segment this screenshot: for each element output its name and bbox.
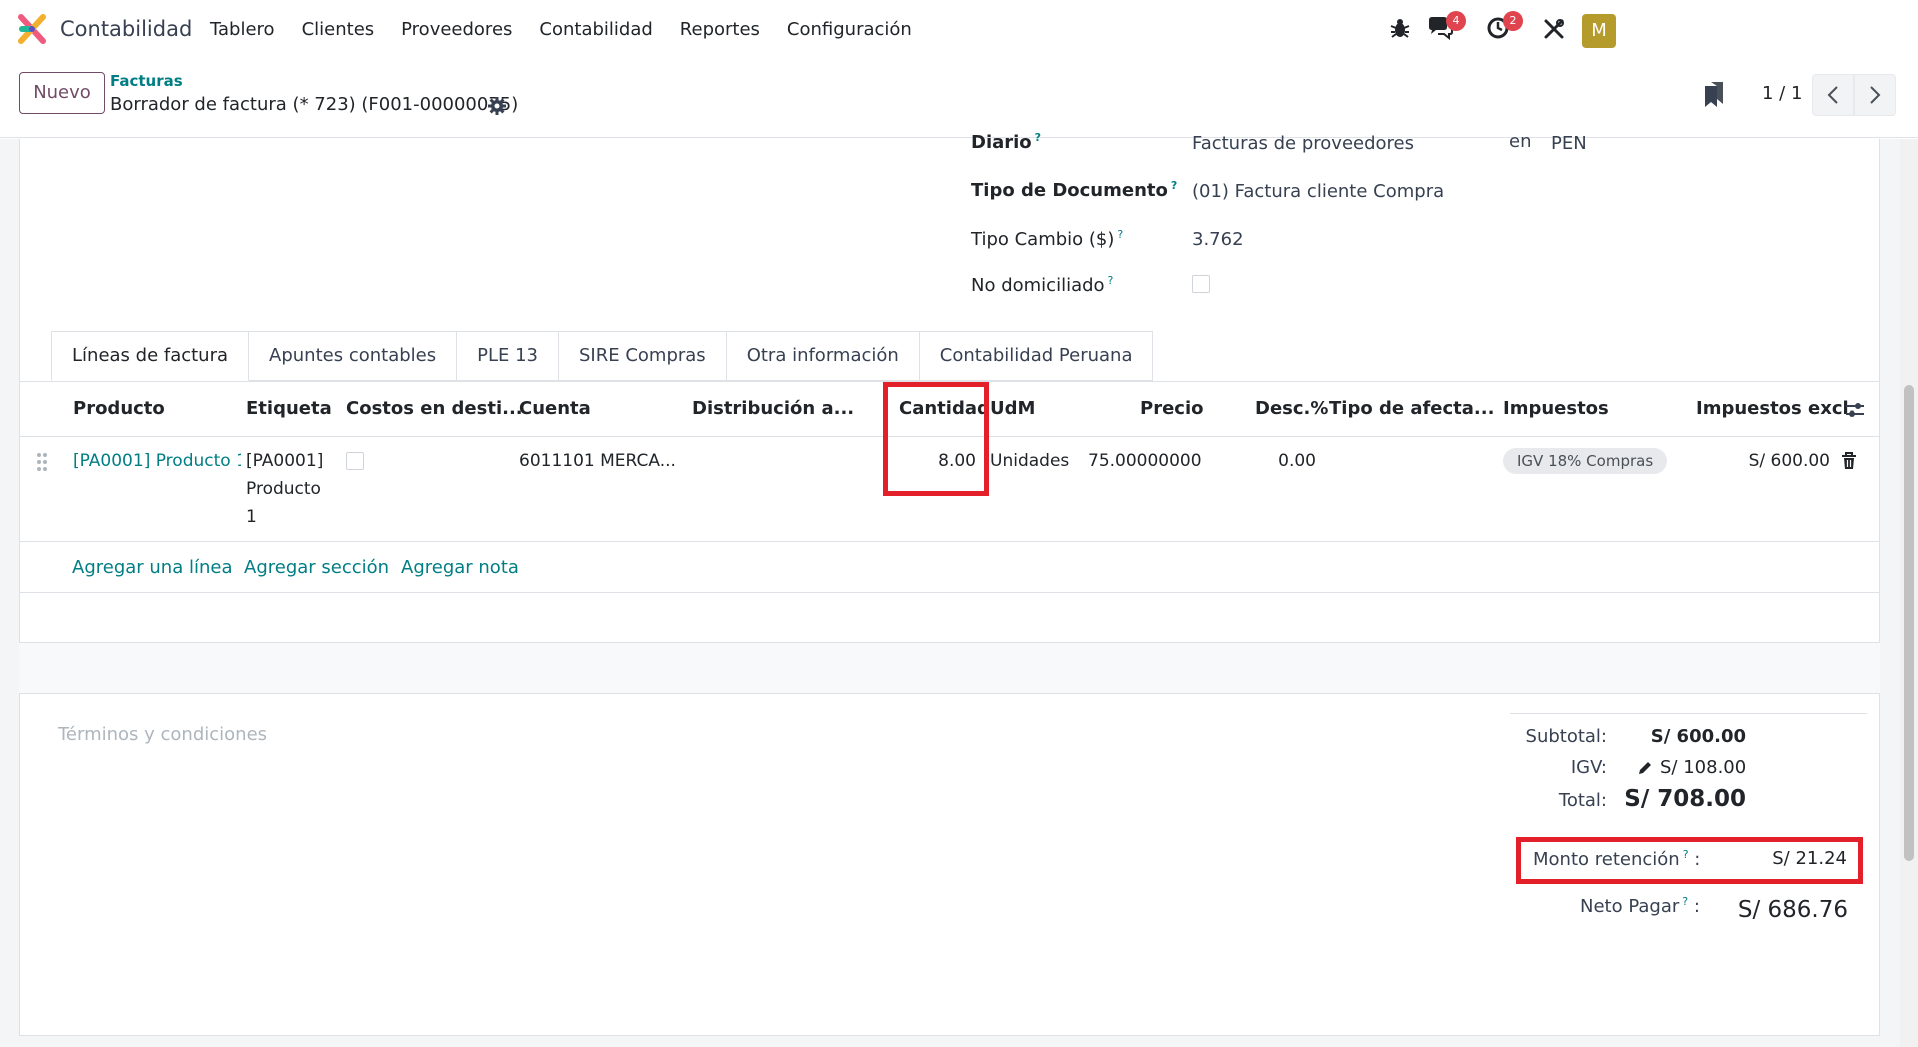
line-discount[interactable]: 0.00 bbox=[1240, 451, 1316, 471]
subtotal-value: S/ 600.00 bbox=[1650, 726, 1746, 747]
table-bottom-divider bbox=[19, 693, 1880, 694]
activity-count-badge: 2 bbox=[1503, 11, 1523, 31]
tab-apuntes-contables[interactable]: Apuntes contables bbox=[249, 331, 458, 381]
diario-label: Diario? bbox=[971, 131, 1042, 153]
line-tax-tag[interactable]: IGV 18% Compras bbox=[1503, 448, 1668, 474]
line-label-3[interactable]: 1 bbox=[246, 507, 257, 527]
currency-prefix: en bbox=[1509, 131, 1532, 152]
tab-contabilidad-peruana[interactable]: Contabilidad Peruana bbox=[919, 331, 1154, 381]
col-header-impuestos[interactable]: Impuestos bbox=[1503, 398, 1609, 419]
total-value: S/ 708.00 bbox=[1624, 786, 1746, 812]
tipo-cambio-field[interactable]: 3.762 bbox=[1192, 229, 1244, 250]
notebook-tabs: Líneas de factura Apuntes contables PLE … bbox=[51, 331, 1154, 381]
chat-count-badge: 4 bbox=[1446, 11, 1466, 31]
tools-icon[interactable] bbox=[1543, 18, 1565, 40]
totals-top-divider bbox=[1510, 713, 1867, 714]
optional-columns-icon[interactable] bbox=[1845, 400, 1865, 420]
control-panel: Nuevo Facturas Borrador de factura (* 72… bbox=[0, 58, 1918, 138]
main-menu: Tablero Clientes Proveedores Contabilida… bbox=[210, 19, 939, 40]
col-header-precio[interactable]: Precio bbox=[1140, 398, 1203, 419]
pager-value[interactable]: 1 / 1 bbox=[1762, 83, 1802, 104]
highlight-cantidad bbox=[883, 382, 989, 496]
col-header-tipo-afectacion[interactable]: Tipo de afecta... bbox=[1329, 398, 1494, 419]
user-avatar[interactable]: M bbox=[1582, 14, 1616, 48]
tab-sire-compras[interactable]: SIRE Compras bbox=[559, 331, 727, 381]
add-row-divider bbox=[19, 592, 1880, 593]
gear-icon[interactable] bbox=[488, 97, 506, 115]
total-label: Total: bbox=[1558, 790, 1607, 811]
igv-value: S/ 108.00 bbox=[1660, 757, 1747, 778]
bookmark-icon[interactable] bbox=[1702, 80, 1726, 108]
scrollbar-thumb[interactable] bbox=[1904, 385, 1914, 861]
menu-item-configuracion[interactable]: Configuración bbox=[787, 19, 912, 40]
tab-otra-informacion[interactable]: Otra información bbox=[726, 331, 920, 381]
line-product[interactable]: [PA0001] Producto 1 bbox=[73, 451, 241, 471]
line-price[interactable]: 75.00000000 bbox=[1088, 451, 1202, 471]
tipo-cambio-label: Tipo Cambio ($)? bbox=[971, 228, 1124, 250]
menu-item-proveedores[interactable]: Proveedores bbox=[401, 19, 512, 40]
diario-field[interactable]: Facturas de proveedores bbox=[1192, 133, 1414, 154]
row-divider bbox=[19, 541, 1880, 542]
add-line-link[interactable]: Agregar una línea bbox=[72, 557, 232, 578]
pager-next-button[interactable] bbox=[1854, 74, 1896, 116]
new-button[interactable]: Nuevo bbox=[19, 72, 105, 114]
bug-icon[interactable] bbox=[1389, 17, 1411, 39]
subtotal-label: Subtotal: bbox=[1525, 726, 1607, 747]
col-header-distribucion[interactable]: Distribución a... bbox=[692, 398, 854, 419]
highlight-retencion bbox=[1516, 837, 1863, 884]
tipo-documento-field[interactable]: (01) Factura cliente Compra bbox=[1192, 181, 1444, 202]
line-label-2[interactable]: Producto bbox=[246, 479, 321, 499]
pencil-icon[interactable] bbox=[1637, 760, 1653, 776]
trash-icon[interactable] bbox=[1841, 452, 1857, 470]
col-header-impuestos-excl[interactable]: Impuestos excl. bbox=[1696, 398, 1856, 419]
record-title: Borrador de factura (* 723) (F001-000000… bbox=[110, 94, 519, 115]
line-label-1[interactable]: [PA0001] bbox=[246, 451, 323, 471]
col-header-cuenta[interactable]: Cuenta bbox=[519, 398, 591, 419]
line-uom[interactable]: Unidades bbox=[990, 451, 1069, 471]
drag-handle-icon[interactable] bbox=[36, 452, 48, 472]
terms-conditions-field[interactable]: Términos y condiciones bbox=[58, 724, 267, 745]
menu-item-clientes[interactable]: Clientes bbox=[302, 19, 375, 40]
no-domiciliado-label: No domiciliado? bbox=[971, 274, 1114, 296]
neto-pagar-value: S/ 686.76 bbox=[1737, 897, 1848, 923]
chevron-left-icon bbox=[1827, 86, 1838, 104]
vertical-scrollbar[interactable] bbox=[1900, 139, 1918, 1047]
pager-previous-button[interactable] bbox=[1812, 74, 1854, 116]
col-header-descuento[interactable]: Desc.% bbox=[1255, 398, 1328, 419]
breadcrumb-parent-link[interactable]: Facturas bbox=[110, 72, 183, 90]
line-costos-checkbox[interactable] bbox=[346, 452, 364, 470]
add-note-link[interactable]: Agregar nota bbox=[401, 557, 519, 578]
add-section-link[interactable]: Agregar sección bbox=[244, 557, 389, 578]
col-header-etiqueta[interactable]: Etiqueta bbox=[246, 398, 332, 419]
currency-field[interactable]: PEN bbox=[1551, 133, 1587, 154]
line-subtotal: S/ 600.00 bbox=[1748, 451, 1830, 471]
col-header-udm[interactable]: UdM bbox=[990, 398, 1035, 419]
tab-ple-13[interactable]: PLE 13 bbox=[457, 331, 559, 381]
col-header-producto[interactable]: Producto bbox=[73, 398, 165, 419]
tab-lineas-factura[interactable]: Líneas de factura bbox=[51, 331, 250, 381]
app-name[interactable]: Contabilidad bbox=[60, 17, 192, 41]
top-navbar: Contabilidad Tablero Clientes Proveedore… bbox=[0, 0, 1918, 58]
chevron-right-icon bbox=[1870, 86, 1881, 104]
col-header-costos[interactable]: Costos en desti... bbox=[346, 398, 523, 419]
igv-label: IGV: bbox=[1570, 757, 1607, 778]
no-domiciliado-checkbox[interactable] bbox=[1192, 275, 1210, 293]
app-logo-icon[interactable] bbox=[18, 14, 46, 44]
tipo-documento-label: Tipo de Documento? bbox=[971, 179, 1178, 201]
menu-item-tablero[interactable]: Tablero bbox=[210, 19, 275, 40]
table-footer-band bbox=[19, 643, 1880, 693]
menu-item-reportes[interactable]: Reportes bbox=[680, 19, 760, 40]
menu-item-contabilidad[interactable]: Contabilidad bbox=[539, 19, 652, 40]
line-account[interactable]: 6011101 MERCA... bbox=[519, 451, 676, 471]
